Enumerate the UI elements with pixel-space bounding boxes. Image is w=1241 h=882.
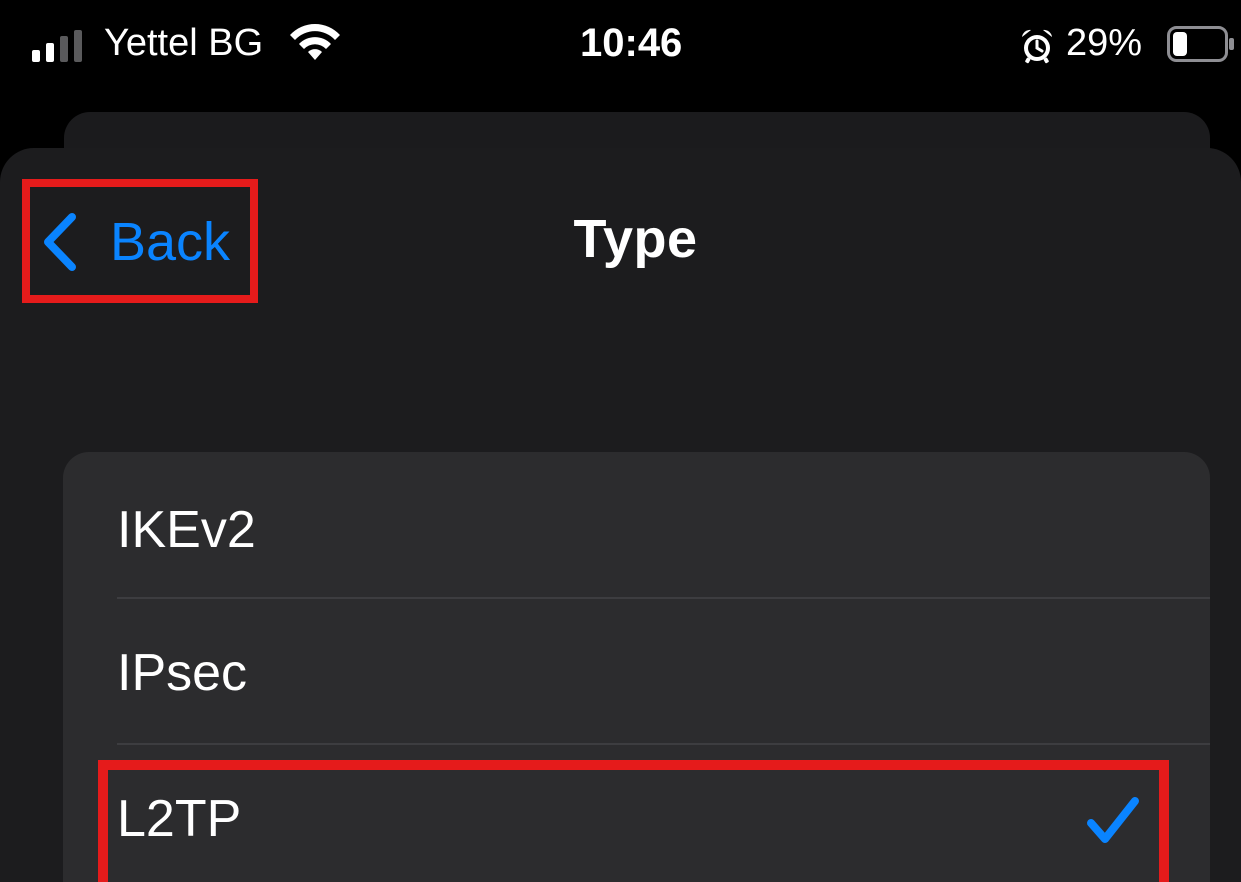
vpn-type-screen: Yettel BG 10:46 29% Back Type IKEv2 IPse…: [0, 0, 1241, 882]
option-label: L2TP: [117, 790, 242, 848]
page-title: Type: [573, 209, 698, 269]
option-label: IKEv2: [117, 501, 256, 559]
option-label: IPsec: [117, 644, 248, 702]
option-ikev2[interactable]: IKEv2: [63, 452, 1210, 598]
status-time: 10:46: [580, 21, 683, 65]
status-bar: Yettel BG 10:46 29%: [0, 0, 1241, 100]
signal-bars-icon: [32, 30, 82, 62]
wifi-icon: [290, 24, 340, 60]
battery-percent: 29%: [1066, 22, 1143, 64]
option-ipsec[interactable]: IPsec: [63, 599, 1210, 745]
carrier-name: Yettel BG: [104, 22, 264, 64]
battery-icon: [1167, 26, 1234, 62]
option-l2tp[interactable]: L2TP: [63, 745, 1210, 882]
checkmark-icon: [1087, 797, 1139, 843]
alarm-clock-icon: [1022, 29, 1052, 64]
vpn-type-list: IKEv2 IPsec L2TP: [63, 452, 1210, 882]
